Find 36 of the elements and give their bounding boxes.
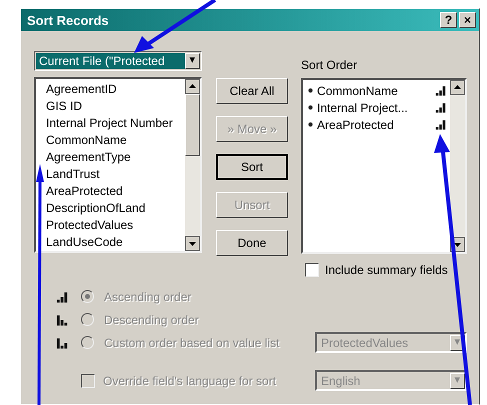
scroll-down-icon[interactable] bbox=[184, 236, 200, 251]
bullet-icon bbox=[308, 122, 314, 127]
sort-order-label: Sort Order bbox=[301, 57, 358, 74]
action-button[interactable]: Done bbox=[216, 230, 288, 256]
checkbox-label: Override field's language for sort bbox=[103, 374, 278, 388]
radio-label: Custom order based on value list bbox=[104, 336, 280, 350]
field-item[interactable]: ProtectedValues bbox=[46, 217, 182, 234]
action-button[interactable]: Clear All bbox=[216, 78, 288, 104]
field-item[interactable]: DescriptionOfLand bbox=[46, 200, 182, 217]
scroll-thumb[interactable] bbox=[184, 94, 200, 156]
scrollbar[interactable] bbox=[450, 80, 465, 252]
field-item[interactable]: AgreementType bbox=[46, 149, 182, 166]
checkbox-label: Include summary fields bbox=[325, 263, 448, 277]
scroll-up-icon[interactable] bbox=[184, 79, 200, 94]
sort-field-item[interactable]: AreaProtected bbox=[317, 118, 431, 132]
close-button[interactable]: × bbox=[459, 12, 476, 28]
field-item[interactable]: Internal Project Number bbox=[46, 115, 182, 132]
checkbox[interactable] bbox=[305, 263, 320, 277]
field-item[interactable]: AreaProtected bbox=[46, 183, 182, 200]
bullet-icon bbox=[308, 105, 314, 110]
window-title: Sort Records bbox=[27, 12, 109, 28]
file-dropdown[interactable]: Current File ("Protected ▾ bbox=[34, 51, 202, 71]
sort-field-item[interactable]: CommonName bbox=[317, 84, 431, 98]
field-item[interactable]: GIS ID bbox=[46, 98, 182, 115]
field-item[interactable]: LandTrust bbox=[46, 166, 182, 183]
bullet-icon bbox=[308, 88, 314, 93]
scroll-up-icon[interactable] bbox=[450, 80, 465, 95]
field-item[interactable]: LandUseCode bbox=[46, 234, 182, 251]
sort-field-item[interactable]: Internal Project... bbox=[317, 100, 431, 114]
scrollbar[interactable] bbox=[184, 79, 200, 251]
help-button[interactable]: ? bbox=[440, 12, 457, 28]
radio-label: Ascending order bbox=[104, 290, 192, 304]
radio-label: Descending order bbox=[104, 312, 200, 326]
field-item[interactable]: AgreementID bbox=[46, 81, 182, 98]
field-item[interactable]: CommonName bbox=[46, 132, 182, 149]
action-button[interactable]: Sort bbox=[216, 154, 288, 180]
